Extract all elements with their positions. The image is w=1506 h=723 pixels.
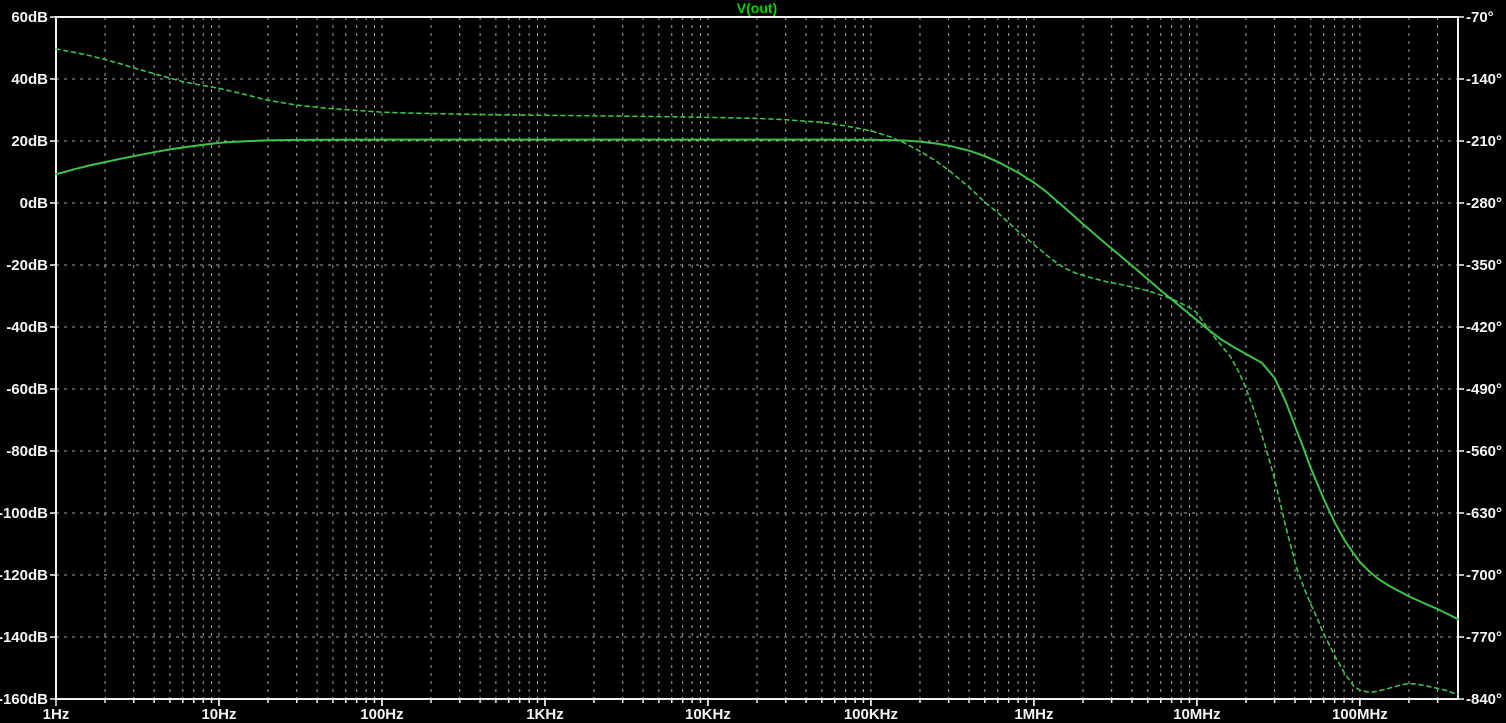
- y-right-tick-label: -350°: [1466, 257, 1502, 274]
- y-left-tick-label: -120dB: [0, 567, 48, 584]
- y-right-tick-label: -840°: [1466, 691, 1502, 708]
- x-tick-label: 10KHz: [685, 706, 731, 723]
- bode-plot[interactable]: 60dB 40dB 20dB 0dB -20dB -40dB -60dB -80dB -100d…: [0, 0, 1506, 723]
- axis-labels: 60dB 40dB 20dB 0dB -20dB -40dB -60dB -80dB -100d…: [0, 9, 1502, 723]
- y-left-tick-label: -100dB: [0, 505, 48, 522]
- y-right-tick-label: -490°: [1466, 381, 1502, 398]
- y-right-tick-label: -700°: [1466, 567, 1502, 584]
- x-tick-label: 10MHz: [1173, 706, 1221, 723]
- y-left-tick-label: -40dB: [6, 319, 48, 336]
- y-right-tick-label: -560°: [1466, 443, 1502, 460]
- y-left-tick-label: 20dB: [11, 133, 48, 150]
- y-right-tick-label: -280°: [1466, 195, 1502, 212]
- x-tick-label: 10Hz: [201, 706, 236, 723]
- y-right-tick-label: -770°: [1466, 629, 1502, 646]
- x-tick-label: 1Hz: [43, 706, 70, 723]
- y-left-tick-label: -160dB: [0, 691, 48, 708]
- y-right-tick-label: -630°: [1466, 505, 1502, 522]
- y-left-tick-label: -80dB: [6, 443, 48, 460]
- y-left-tick-label: 40dB: [11, 71, 48, 88]
- grid-lines: [56, 17, 1458, 699]
- y-left-tick-label: -60dB: [6, 381, 48, 398]
- x-tick-label: 100Hz: [360, 706, 403, 723]
- y-right-tick-label: -420°: [1466, 319, 1502, 336]
- y-left-tick-label: -140dB: [0, 629, 48, 646]
- x-tick-label: 100MHz: [1332, 706, 1388, 723]
- x-tick-label: 1KHz: [526, 706, 564, 723]
- y-left-tick-label: 0dB: [20, 195, 49, 212]
- plot-border: [55, 16, 1459, 700]
- y-left-tick-label: 60dB: [11, 9, 48, 26]
- x-tick-label: 1MHz: [1014, 706, 1053, 723]
- y-right-tick-label: -210°: [1466, 133, 1502, 150]
- x-tick-label: 100KHz: [844, 706, 898, 723]
- y-right-tick-label: -140°: [1466, 71, 1502, 88]
- y-right-tick-label: -70°: [1466, 9, 1494, 26]
- y-left-tick-label: -20dB: [6, 257, 48, 274]
- waveform-viewer-pane: V(out) 60dB 40dB 20dB 0dB -20dB -40dB -60dB -80…: [0, 0, 1506, 723]
